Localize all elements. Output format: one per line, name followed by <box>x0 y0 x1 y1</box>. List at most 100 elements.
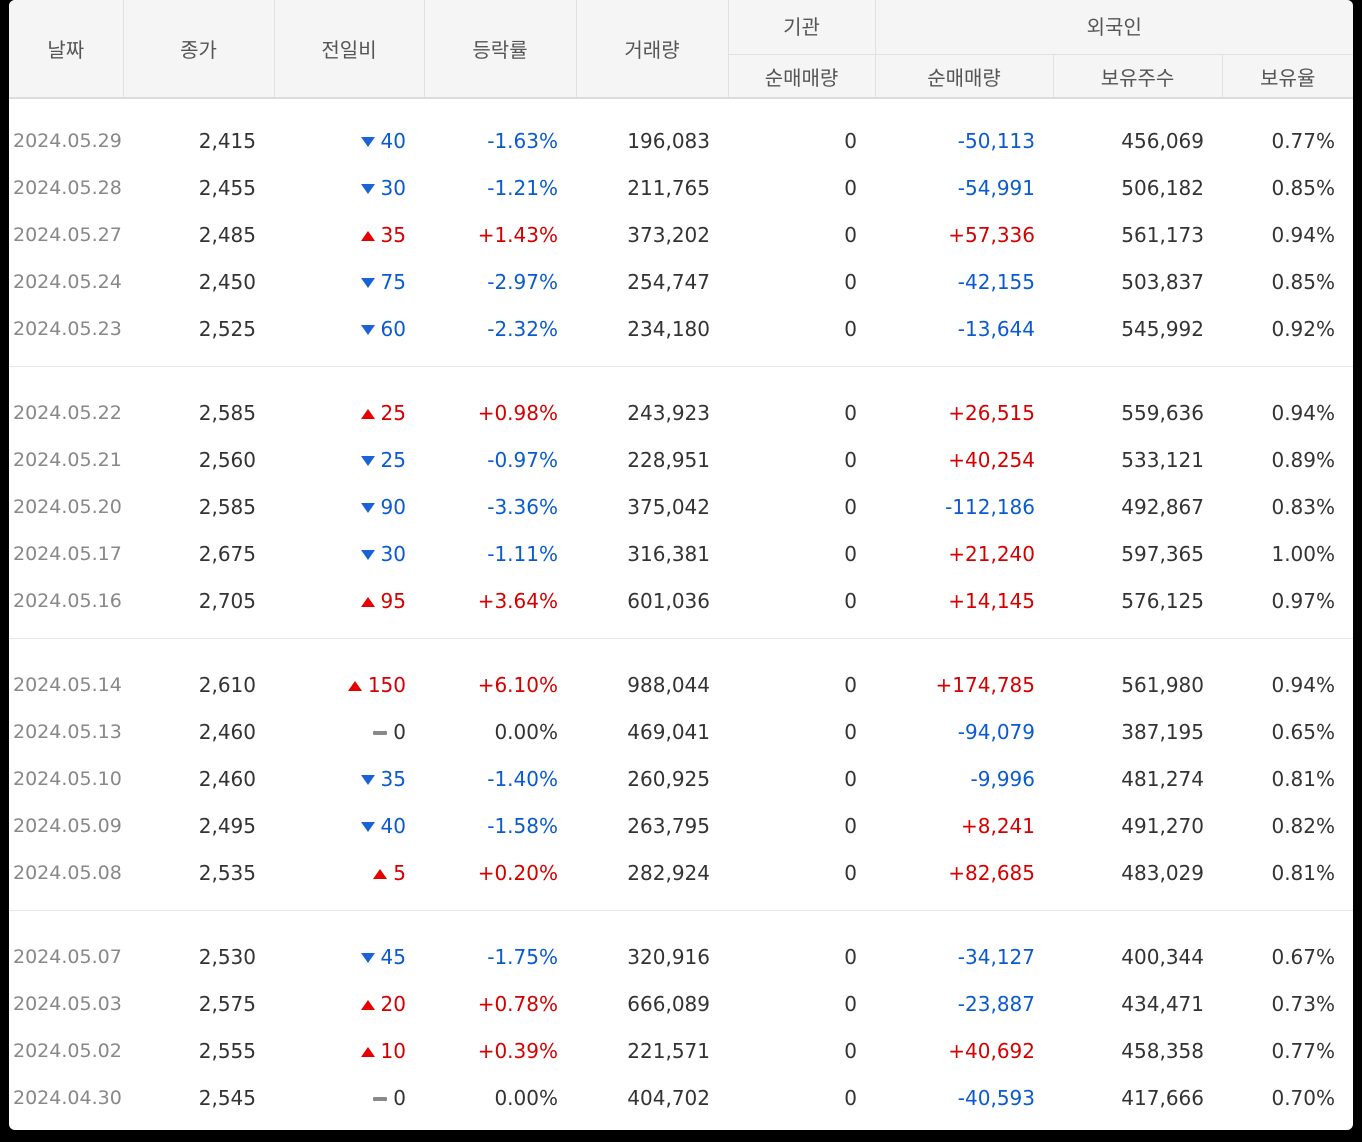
close-cell: 2,525 <box>198 316 256 341</box>
header-foreign-net[interactable]: 순매매량 <box>874 54 1053 99</box>
table-row: 2024.05.24 2,450 75 -2.97% 254,747 0 -42,155 50… <box>9 258 1353 305</box>
triangle-up-icon <box>347 681 362 691</box>
foreign-ratio-cell: 0.77% <box>1222 1121 1353 1130</box>
rate-cell: 0.00% <box>494 1085 558 1110</box>
header-foreign-ratio[interactable]: 보유율 <box>1221 54 1353 99</box>
foreign-ratio-cell: 0.83% <box>1271 494 1336 519</box>
change-value: 30 <box>380 175 406 200</box>
date-cell: 2024.05.24 <box>13 270 122 293</box>
institution-net-cell: 0 <box>844 222 857 247</box>
table-row: 2024.05.16 2,705 95 +3.64% 601,036 0 +14,145 57… <box>9 577 1353 624</box>
table-row: 2024.05.14 2,610 150 +6.10% 988,044 0 +174,785… <box>9 661 1353 708</box>
change-value: 90 <box>380 494 406 519</box>
foreign-ratio-cell: 0.94% <box>1271 672 1336 697</box>
volume-cell: 988,044 <box>627 672 710 697</box>
header-change[interactable]: 전일비 <box>273 0 424 99</box>
institution-net-cell: 0 <box>844 494 857 519</box>
change-value: 75 <box>380 269 406 294</box>
foreign-ratio-cell: 0.67% <box>1271 944 1336 969</box>
foreign-net-cell: +8,241 <box>960 813 1035 838</box>
header-foreign-group: 외국인 <box>874 0 1353 55</box>
triangle-down-icon <box>360 137 375 147</box>
date-cell: 2024.05.02 <box>13 1039 122 1062</box>
change-cell: 25 <box>274 389 424 436</box>
volume-cell: 243,923 <box>627 400 710 425</box>
volume-cell: 263,795 <box>627 813 710 838</box>
change-cell: 20 <box>274 980 424 1027</box>
triangle-down-icon <box>360 278 375 288</box>
triangle-up-icon <box>360 597 375 607</box>
rate-cell: +1.43% <box>477 222 558 247</box>
table-row: 2024.05.27 2,485 35 +1.43% 373,202 0 +57,336 56… <box>9 211 1353 258</box>
triangle-down-icon <box>360 325 375 335</box>
volume-cell: 228,951 <box>627 447 710 472</box>
date-cell: 2024.05.16 <box>13 589 122 612</box>
close-cell: 2,555 <box>198 1038 256 1063</box>
close-cell: 2,460 <box>198 766 256 791</box>
table-row: 2024.05.22 2,585 25 +0.98% 243,923 0 +26,515 55… <box>9 389 1353 436</box>
spacer-cell <box>9 896 1353 911</box>
institution-net-cell: 0 <box>844 588 857 613</box>
close-cell: 2,575 <box>198 991 256 1016</box>
change-value: 40 <box>380 813 406 838</box>
foreign-net-cell: +21,240 <box>948 541 1035 566</box>
institution-net-cell: 0 <box>844 991 857 1016</box>
close-cell: 2,545 <box>198 1085 256 1110</box>
change-value: 35 <box>380 766 406 791</box>
rate-cell: 0.00% <box>494 719 558 744</box>
change-cell: 25 <box>274 436 424 483</box>
close-cell: 2,415 <box>198 128 256 153</box>
foreign-net-cell: +82,685 <box>948 860 1035 885</box>
header-institution-net[interactable]: 순매매량 <box>727 54 875 99</box>
foreign-net-cell: +14,145 <box>948 588 1035 613</box>
triangle-up-icon <box>360 409 375 419</box>
header-date[interactable]: 날짜 <box>9 0 123 99</box>
row-spacer <box>9 98 1353 117</box>
change-cell: 75 <box>274 258 424 305</box>
table-row: 2024.05.20 2,585 90 -3.36% 375,042 0 -112,186 4… <box>9 483 1353 530</box>
foreign-ratio-cell: 0.89% <box>1271 447 1336 472</box>
rate-cell: +0.78% <box>477 991 558 1016</box>
date-cell: 2024.05.21 <box>13 448 122 471</box>
volume-cell: 282,924 <box>627 860 710 885</box>
row-spacer <box>9 639 1353 662</box>
volume-cell: 316,381 <box>627 541 710 566</box>
header-foreign-holdings[interactable]: 보유주수 <box>1052 54 1222 99</box>
spacer-cell <box>9 367 1353 390</box>
change-cell: 95 <box>274 577 424 624</box>
institution-net-cell: 0 <box>844 128 857 153</box>
foreign-holdings-cell: 503,837 <box>1121 269 1204 294</box>
date-cell: 2024.05.23 <box>13 317 122 340</box>
date-cell: 2024.05.08 <box>13 861 122 884</box>
foreign-ratio-cell: 0.77% <box>1271 1038 1336 1063</box>
change-cell: 30 <box>274 530 424 577</box>
volume-cell: 601,036 <box>627 588 710 613</box>
triangle-down-icon <box>360 456 375 466</box>
foreign-holdings-cell: 492,867 <box>1121 494 1204 519</box>
rate-cell: +3.64% <box>477 588 558 613</box>
institution-net-cell: 0 <box>844 447 857 472</box>
rate-cell: +6.10% <box>477 672 558 697</box>
header-rate[interactable]: 등락률 <box>423 0 576 99</box>
table-row: 2024.05.08 2,535 5 +0.20% 282,924 0 +82,685 483… <box>9 849 1353 896</box>
date-cell: 2024.05.09 <box>13 814 122 837</box>
close-cell: 2,460 <box>198 719 256 744</box>
change-cell: 0 <box>274 1121 424 1130</box>
rate-cell: 0.00% <box>424 1121 576 1130</box>
close-cell: 2,545 <box>123 1121 274 1130</box>
institution-net-cell: 0 <box>844 813 857 838</box>
header-volume[interactable]: 거래량 <box>575 0 728 99</box>
triangle-up-icon <box>360 1047 375 1057</box>
foreign-ratio-cell: 0.81% <box>1271 766 1336 791</box>
foreign-holdings-cell: 506,182 <box>1121 175 1204 200</box>
table-row: 2024.05.17 2,675 30 -1.11% 316,381 0 +21,240 59… <box>9 530 1353 577</box>
header-close[interactable]: 종가 <box>122 0 274 99</box>
change-cell: 40 <box>274 117 424 164</box>
rate-cell: +0.98% <box>477 400 558 425</box>
foreign-ratio-cell: 0.92% <box>1271 316 1336 341</box>
foreign-holdings-cell: 561,980 <box>1121 672 1204 697</box>
foreign-net-cell: -94,079 <box>957 719 1035 744</box>
change-value: 5 <box>393 860 406 885</box>
foreign-holdings-cell: 576,125 <box>1121 588 1204 613</box>
foreign-holdings-cell: 483,029 <box>1121 860 1204 885</box>
